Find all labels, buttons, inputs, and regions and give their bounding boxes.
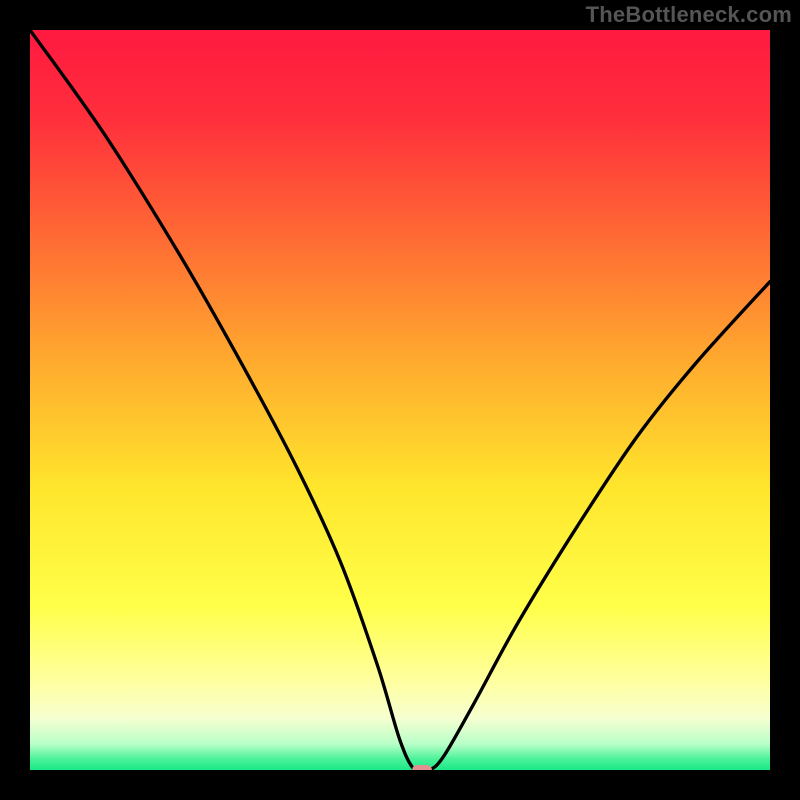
watermark-label: TheBottleneck.com bbox=[586, 2, 792, 28]
chart-frame: TheBottleneck.com bbox=[0, 0, 800, 800]
bottleneck-curve bbox=[30, 30, 770, 770]
optimum-marker bbox=[412, 765, 432, 770]
plot-area bbox=[30, 30, 770, 770]
